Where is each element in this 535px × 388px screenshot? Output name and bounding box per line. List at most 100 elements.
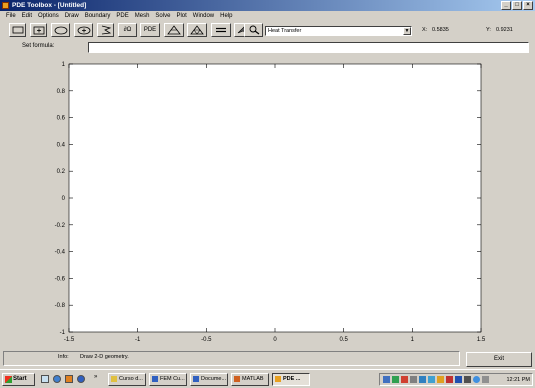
draw-centered-rectangle-button[interactable] xyxy=(30,23,47,37)
y-tick-label: 0.4 xyxy=(57,142,66,148)
draw-polygon-button[interactable] xyxy=(97,23,114,37)
start-label: Start xyxy=(13,376,27,382)
menu-mesh[interactable]: Mesh xyxy=(132,11,153,21)
printer-icon[interactable] xyxy=(482,376,489,383)
outlook-icon[interactable] xyxy=(77,375,85,383)
init-mesh-button[interactable] xyxy=(164,23,184,37)
internet-explorer-icon[interactable] xyxy=(53,375,61,383)
boundary-mode-button[interactable]: ∂Ω xyxy=(118,23,137,37)
title-bar[interactable]: PDE Toolbox - [Untitled] _ □ × xyxy=(0,0,535,11)
display-icon[interactable] xyxy=(428,376,435,383)
x-tick-label: 0.5 xyxy=(339,337,348,343)
ellipse-icon xyxy=(54,26,67,34)
plot-area xyxy=(68,63,482,333)
y-tick-label: 0.6 xyxy=(57,116,66,122)
bluetooth-icon[interactable] xyxy=(419,376,426,383)
set-formula-label: Set formula: xyxy=(22,43,55,49)
x-tick-label: -1 xyxy=(135,337,141,343)
menu-solve[interactable]: Solve xyxy=(152,11,173,21)
refine-mesh-button[interactable] xyxy=(187,23,207,37)
rectangle-icon xyxy=(12,26,23,34)
x-tick-label: 1 xyxy=(411,337,415,343)
geometry-canvas[interactable]: -1.5 -1 -0.5 0 0.5 1 1.5 -1 -0.8 -0.6 -0.4 -0.2 0 0.2… xyxy=(0,55,535,345)
menu-plot[interactable]: Plot xyxy=(173,11,189,21)
rectangle-centered-icon xyxy=(33,26,44,34)
task-matlab[interactable]: MATLAB xyxy=(231,373,269,386)
refine-mesh-icon xyxy=(190,25,204,35)
x-coordinate-value: 0.5835 xyxy=(432,27,449,33)
menu-bar: File Edit Options Draw Boundary PDE Mesh… xyxy=(0,11,535,21)
y-tick-label: -1 xyxy=(60,330,66,336)
exit-button[interactable]: Exit xyxy=(466,352,532,367)
task-label: PDE ... xyxy=(283,376,301,382)
update-icon[interactable] xyxy=(437,376,444,383)
task-pde[interactable]: PDE ... xyxy=(272,373,310,386)
task-label: MATLAB xyxy=(242,376,264,382)
task-label: Curso d... xyxy=(119,376,143,382)
minimize-button[interactable]: _ xyxy=(501,1,511,10)
info-panel xyxy=(3,351,460,366)
pde-spec-button[interactable]: PDE xyxy=(140,23,160,37)
task-curso[interactable]: Curso d... xyxy=(108,373,146,386)
zoom-button[interactable] xyxy=(244,23,263,37)
start-button[interactable]: Start xyxy=(2,373,35,386)
y-tick-label: 1 xyxy=(62,62,66,68)
matlab-icon xyxy=(234,376,240,382)
draw-centered-ellipse-button[interactable] xyxy=(74,23,93,37)
task-fem[interactable]: FEM Cu... xyxy=(149,373,187,386)
language-icon[interactable] xyxy=(455,376,462,383)
x-tick-label: 0 xyxy=(273,337,277,343)
document-icon xyxy=(152,376,158,382)
x-tick-label: 1.5 xyxy=(477,337,486,343)
media-player-icon[interactable] xyxy=(65,375,73,383)
y-coordinate-value: 0.9231 xyxy=(496,27,513,33)
close-button[interactable]: × xyxy=(523,1,533,10)
solve-button[interactable] xyxy=(211,23,231,37)
menu-edit[interactable]: Edit xyxy=(19,11,35,21)
window-controls: _ □ × xyxy=(501,1,533,10)
menu-pde[interactable]: PDE xyxy=(113,11,131,21)
menu-options[interactable]: Options xyxy=(35,11,62,21)
y-tick-label: -0.4 xyxy=(55,250,66,256)
axes[interactable]: -1.5 -1 -0.5 0 0.5 1 1.5-1-0.8-0.6-0.4-0.200.2… xyxy=(0,55,535,345)
network-icon[interactable] xyxy=(383,376,390,383)
menu-window[interactable]: Window xyxy=(190,11,217,21)
document-icon xyxy=(193,376,199,382)
chevron-down-icon[interactable]: ▼ xyxy=(403,27,411,35)
sync-icon[interactable] xyxy=(473,376,480,383)
window-title: PDE Toolbox - [Untitled] xyxy=(12,2,87,9)
menu-file[interactable]: File xyxy=(3,11,19,21)
matlab-app-icon[interactable] xyxy=(2,2,9,9)
maximize-button[interactable]: □ xyxy=(512,1,522,10)
x-coordinate-label: X: xyxy=(422,27,428,33)
task-label: Docume... xyxy=(201,376,227,382)
security-icon[interactable] xyxy=(446,376,453,383)
zoom-icon xyxy=(249,25,259,35)
y-tick-label: -0.8 xyxy=(55,303,66,309)
messenger-icon[interactable] xyxy=(401,376,408,383)
task-documents[interactable]: Docume... xyxy=(190,373,228,386)
y-tick-label: 0.2 xyxy=(57,169,66,175)
y-coordinate-label: Y: xyxy=(486,27,491,33)
power-icon[interactable] xyxy=(464,376,471,383)
menu-boundary[interactable]: Boundary xyxy=(82,11,114,21)
application-mode-select[interactable]: Heat Transfer ▼ xyxy=(265,26,412,36)
folder-icon xyxy=(111,376,117,382)
more-quick-launch-icon[interactable]: » xyxy=(94,374,97,380)
draw-ellipse-button[interactable] xyxy=(51,23,70,37)
solve-icon xyxy=(216,27,226,33)
menu-draw[interactable]: Draw xyxy=(62,11,82,21)
info-text: Draw 2-D geometry. xyxy=(80,354,129,360)
taskbar: Start » Curso d... FEM Cu... Docume... M… xyxy=(0,369,535,388)
volume-icon[interactable] xyxy=(410,376,417,383)
draw-rectangle-button[interactable] xyxy=(9,23,26,37)
pde-spec-label: PDE xyxy=(143,27,157,33)
antivirus-icon[interactable] xyxy=(392,376,399,383)
init-mesh-icon xyxy=(167,25,181,35)
ellipse-centered-icon xyxy=(77,26,90,34)
y-tick-label: 0 xyxy=(62,196,66,202)
y-tick-label: -0.2 xyxy=(55,223,66,229)
set-formula-input[interactable] xyxy=(88,42,529,53)
menu-help[interactable]: Help xyxy=(217,11,235,21)
show-desktop-icon[interactable] xyxy=(41,375,49,383)
